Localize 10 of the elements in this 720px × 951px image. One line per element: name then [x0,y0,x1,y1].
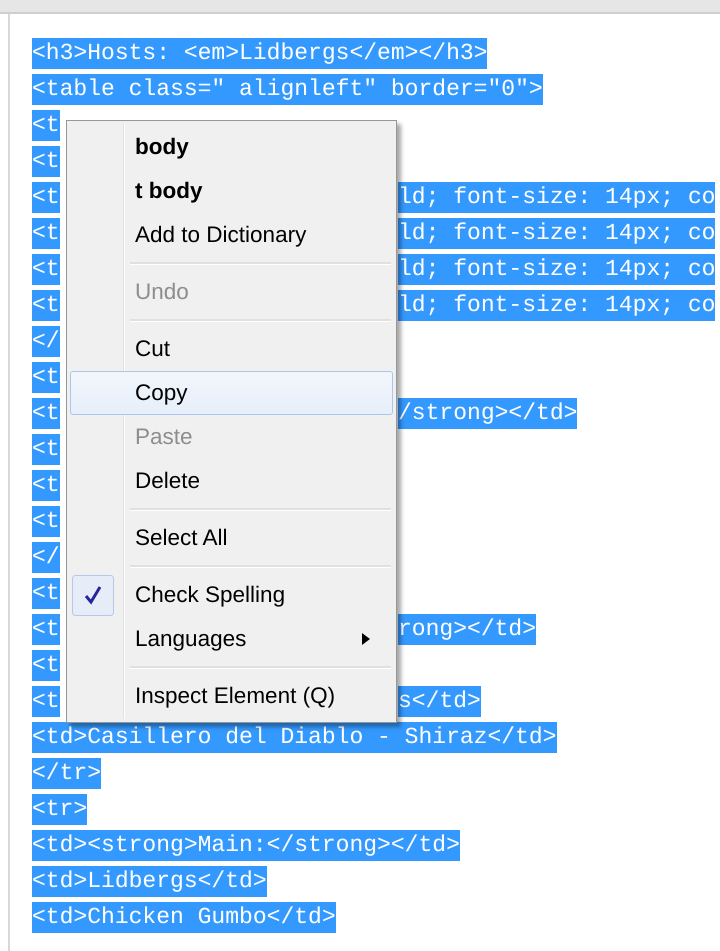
menu-item[interactable]: Languages [70,617,393,661]
spelling-suggestion[interactable]: t body [70,169,393,213]
menu-item[interactable]: Add to Dictionary [70,213,393,257]
menu-item[interactable]: Select All [70,516,393,560]
menu-item[interactable]: Inspect Element (Q) [70,674,393,718]
menu-item[interactable]: Copy [70,371,393,415]
menu-item[interactable]: Check Spelling [70,573,393,617]
menu-item[interactable]: Delete [70,459,393,503]
spelling-suggestion[interactable]: body [70,125,393,169]
menu-item[interactable]: Cut [70,327,393,371]
